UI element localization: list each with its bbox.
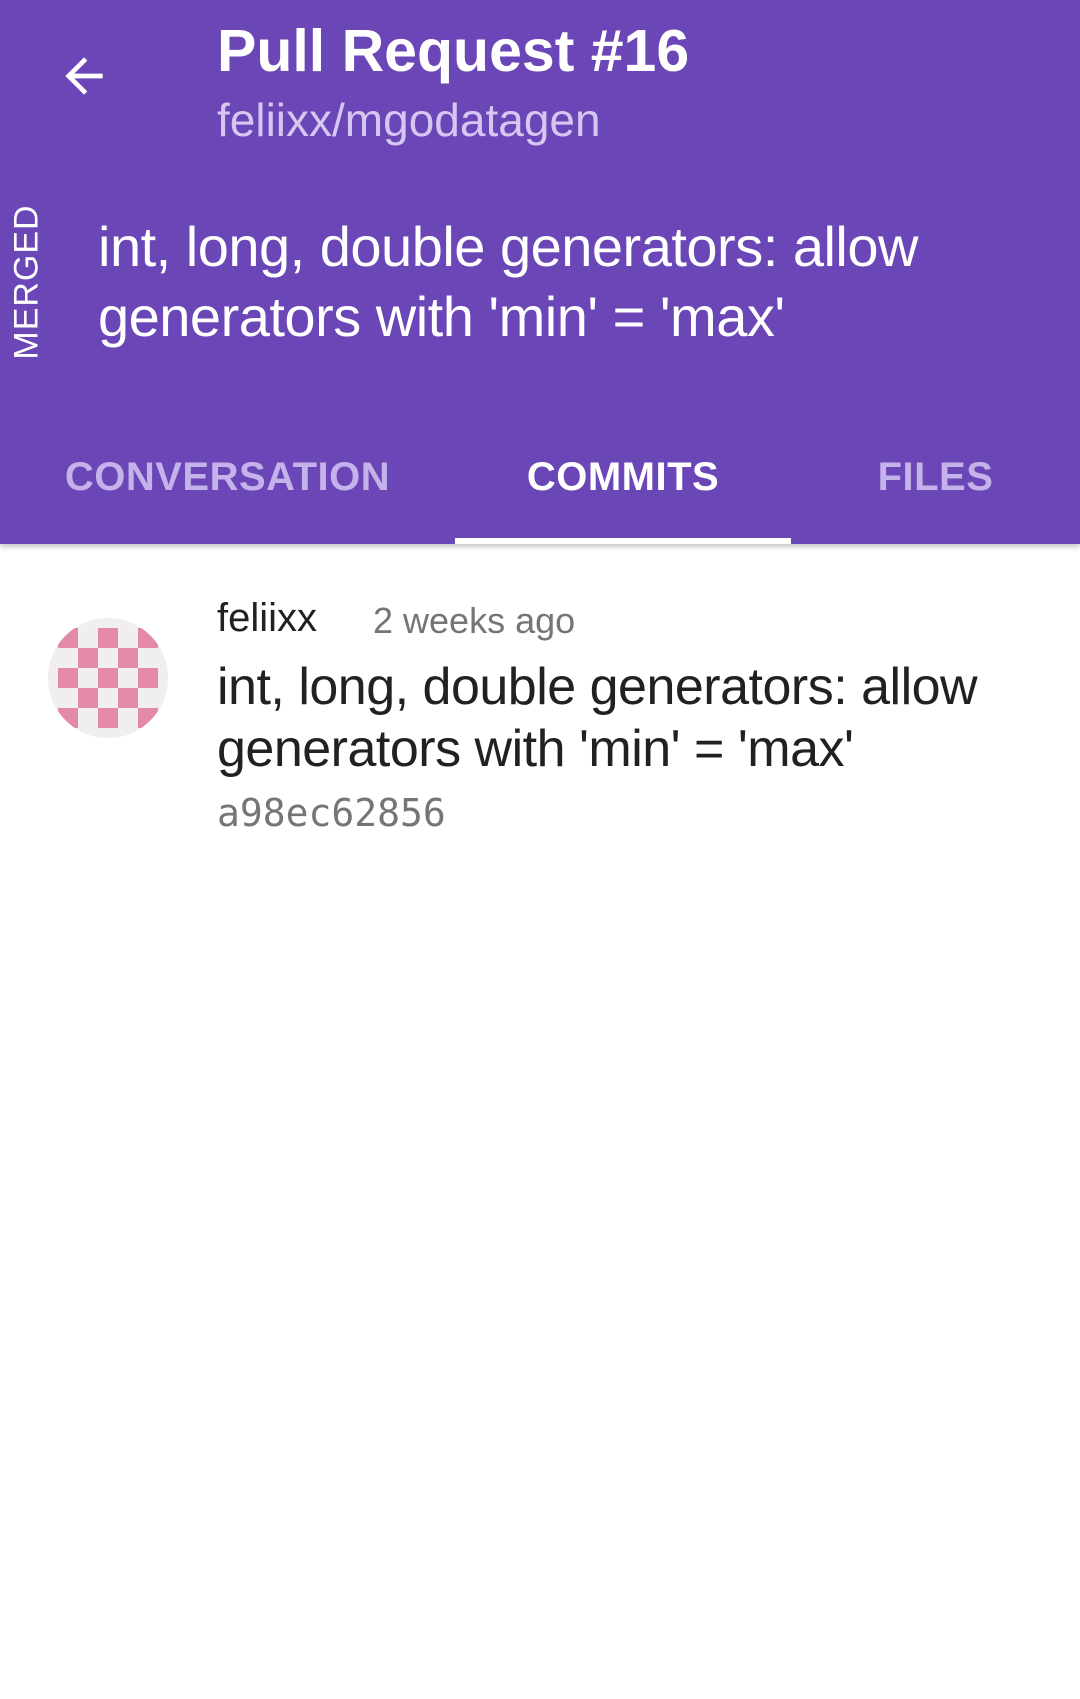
page-title: Pull Request #16 [217,18,690,84]
tab-conversation[interactable]: CONVERSATION [0,430,455,544]
tab-commits[interactable]: COMMITS [455,430,791,544]
commit-author: feliixx [217,596,318,640]
commit-message: int, long, double generators: allow gene… [217,658,978,778]
arrow-back-icon [65,57,103,95]
pr-title: int, long, double generators: allow gene… [98,215,918,348]
tab-commits-label: COMMITS [526,454,720,499]
tab-conversation-label: CONVERSATION [64,454,391,499]
tab-files-label: FILES [877,454,994,499]
pr-state-label: MERGED [7,204,46,360]
avatar[interactable] [48,618,168,738]
identicon-avatar [48,618,168,738]
app-screen: Pull Request #16 feliixx/mgodatagen MERG… [0,0,1080,1699]
tab-files[interactable]: FILES [791,430,1080,544]
commit-sha: a98ec62856 [217,791,446,835]
back-button[interactable] [44,36,124,116]
tab-active-indicator [455,538,791,544]
commit-list-item[interactable]: feliixx 2 weeks ago int, long, double ge… [0,580,1080,850]
commit-time: 2 weeks ago [373,600,576,641]
app-bar: Pull Request #16 feliixx/mgodatagen MERG… [0,0,1080,544]
tab-bar: CONVERSATION COMMITS FILES [0,430,1080,544]
repo-name[interactable]: feliixx/mgodatagen [217,90,601,150]
